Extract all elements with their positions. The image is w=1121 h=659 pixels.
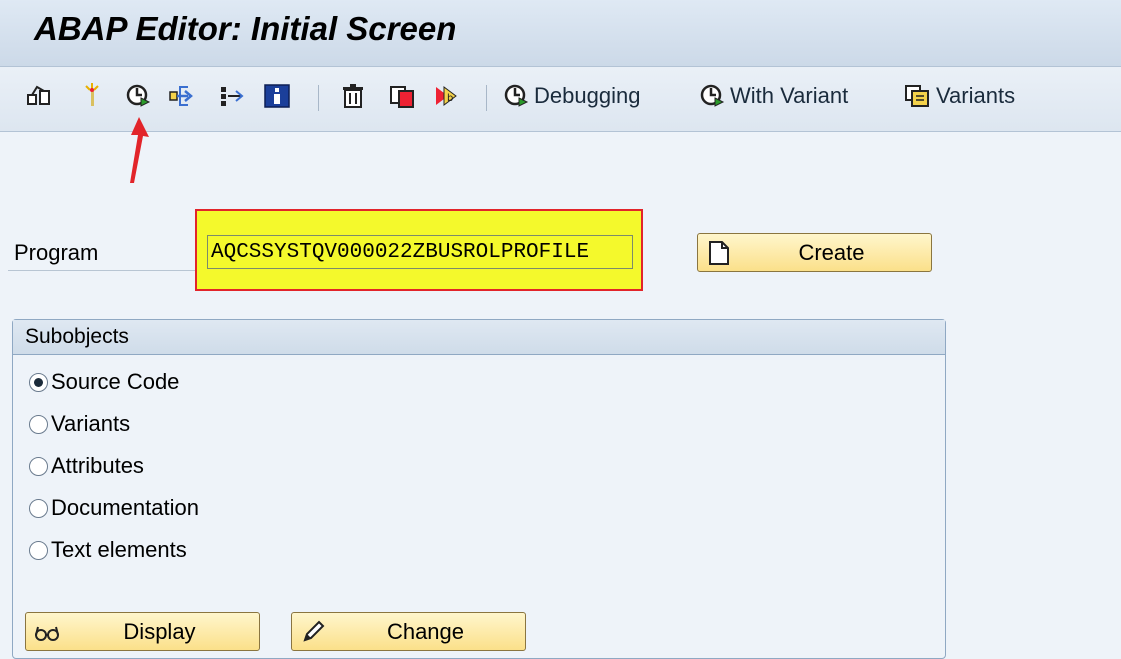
radio-button[interactable] [29,372,48,392]
pencil-icon [303,620,325,642]
program-input[interactable] [207,235,633,269]
program-label-underline [8,270,200,271]
radio-button[interactable] [29,498,48,518]
change-label: Change [386,618,465,644]
application-toolbar: b Debugging With Variant Variants [0,67,1121,132]
change-button[interactable]: Change [291,612,526,651]
radio-button[interactable] [29,456,48,476]
back-in-list-icon[interactable] [218,81,246,111]
debugging-label: Debugging [534,83,641,108]
debugging-icon [504,84,529,107]
execute-icon[interactable] [124,81,152,111]
information-icon[interactable] [263,81,291,111]
radio-label: Source Code [51,369,180,394]
window-title: ABAP Editor: Initial Screen [34,10,457,47]
display-button[interactable]: Display [25,612,260,651]
delete-icon[interactable] [339,81,367,111]
toolbar-separator [318,85,319,111]
where-used-icon[interactable] [168,81,196,111]
copy-icon[interactable] [388,81,416,111]
with-variant-icon [700,84,725,107]
variants-icon [905,85,929,107]
radio-button[interactable] [29,540,48,560]
radio-button[interactable] [29,414,48,434]
radio-documentation[interactable]: Documentation [29,495,199,521]
annotation-arrow-icon [130,117,149,183]
program-label: Program [14,240,99,265]
radio-text-elements[interactable]: Text elements [29,537,187,563]
radio-label: Variants [51,411,131,436]
radio-source-code[interactable]: Source Code [29,369,179,395]
display-label: Display [123,618,196,644]
variants-button[interactable]: Variants [904,79,1015,113]
svg-text:b: b [447,93,453,104]
toolbar-separator [486,85,487,111]
debugging-button[interactable]: Debugging [502,79,640,113]
other-object-icon[interactable] [25,81,53,111]
radio-attributes[interactable]: Attributes [29,453,144,479]
new-document-icon [709,240,729,265]
radio-label: Documentation [51,495,199,520]
radio-label: Text elements [51,537,187,562]
create-button[interactable]: Create [697,233,932,272]
with-variant-button[interactable]: With Variant [698,79,848,113]
subobjects-group: Subobjects Source Code Variants Attribut… [12,319,946,659]
rename-icon[interactable]: b [434,81,462,111]
radio-label: Attributes [51,453,144,478]
with-variant-label: With Variant [730,83,849,108]
title-bar: ABAP Editor: Initial Screen [0,0,1121,67]
subobjects-title: Subobjects [13,320,945,355]
radio-variants[interactable]: Variants [29,411,130,437]
glasses-icon [35,626,59,641]
variants-label: Variants [936,83,1016,108]
new-object-icon[interactable] [80,81,108,111]
create-label: Create [798,239,865,265]
